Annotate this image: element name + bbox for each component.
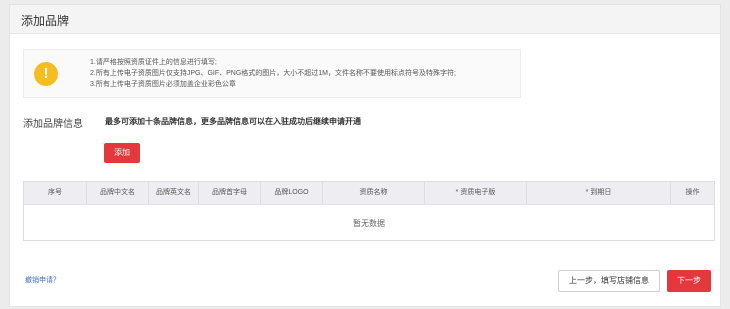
column-header-actions: 操作 (685, 189, 700, 196)
notice-line-3: 3.所有上传电子资质图片必须加盖企业彩色公章 (90, 81, 236, 88)
cancel-application-link[interactable]: 撤销申请？ (25, 275, 60, 285)
column-header-qualification-name: 资质名称 (323, 182, 425, 204)
brand-section-label: 添加品牌信息 (23, 119, 83, 130)
notice-line-1: 1.请严格按照资质证件上的信息进行填写; (90, 59, 217, 66)
notice-line-2: 2.所有上传电子资质图片仅支持JPG、GIF、PNG格式的图片，大小不超过1M，… (90, 70, 456, 77)
notice-lines: 1.请严格按照资质证件上的信息进行填写; 2.所有上传电子资质图片仅支持JPG、… (90, 57, 456, 90)
brand-section-hint: 最多可添加十条品牌信息，更多品牌信息可以在入驻成功后继续申请开通 (105, 117, 361, 126)
column-header-index: 序号 (24, 182, 87, 204)
table-header: 序号 品牌中文名 品牌英文名 品牌首字母 品牌LOGO 资质名称 * 资质电子版… (24, 182, 714, 205)
column-header-brand-logo: 品牌LOGO (261, 182, 323, 204)
next-step-button[interactable]: 下一步 (667, 270, 711, 292)
page-title: 添加品牌 (21, 14, 70, 28)
brand-table: 序号 品牌中文名 品牌英文名 品牌首字母 品牌LOGO 资质名称 * 资质电子版… (23, 181, 715, 241)
notice-box: ! 1.请严格按照资质证件上的信息进行填写; 2.所有上传电子资质图片仅支持JP… (23, 49, 521, 98)
column-header-brand-en-name: 品牌英文名 (149, 182, 199, 204)
column-header-qualification-file: * 资质电子版 (425, 182, 527, 204)
previous-step-button[interactable]: 上一步，填写店铺信息 (558, 270, 660, 292)
column-header-brand-cn-name: 品牌中文名 (87, 182, 149, 204)
panel-header: 添加品牌 (10, 5, 720, 34)
add-brand-button[interactable]: 添加 (104, 143, 140, 163)
exclamation-icon: ! (34, 62, 58, 86)
column-header-brand-initial: 品牌首字母 (199, 182, 261, 204)
column-header-expiry-date: * 到期日 (527, 182, 671, 204)
table-empty-text: 暂无数据 (353, 219, 385, 228)
brand-form-panel: 添加品牌 ! 1.请严格按照资质证件上的信息进行填写; 2.所有上传电子资质图片… (9, 4, 721, 307)
